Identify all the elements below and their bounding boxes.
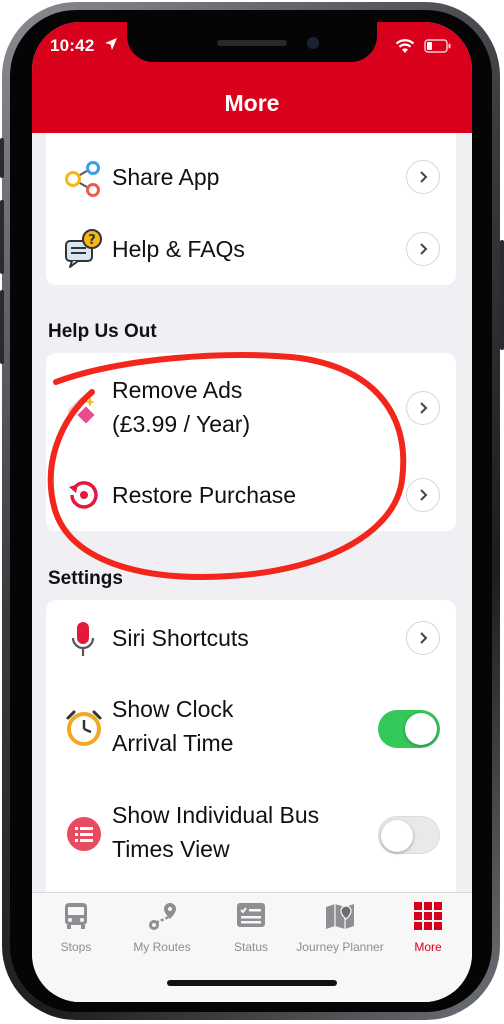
chevron-right-icon[interactable] [406, 160, 440, 194]
help-faqs-label: Help & FAQs [112, 236, 245, 262]
remove-ads-icon [68, 397, 95, 424]
list-icon [67, 817, 101, 851]
siri-shortcuts-row[interactable]: Siri Shortcuts [46, 620, 456, 656]
share-app-label: Share App [112, 164, 220, 190]
tab-journey-planner[interactable]: Journey Planner [296, 901, 384, 954]
tab-more[interactable]: More [384, 901, 472, 954]
grid-icon [414, 902, 442, 930]
tab-label: Stops [60, 940, 92, 954]
tab-label: Status [233, 940, 269, 954]
restore-purchase-row[interactable]: Restore Purchase [46, 477, 456, 513]
show-individual-label-2: Times View [112, 836, 230, 862]
page-title: More [224, 90, 280, 116]
show-clock-label: Show Clock [112, 696, 234, 722]
front-camera [307, 37, 319, 49]
toggle-knob [381, 820, 413, 852]
tab-status[interactable]: Status [207, 901, 295, 954]
notch [127, 22, 377, 62]
mute-switch [0, 138, 4, 178]
show-clock-toggle[interactable] [378, 710, 440, 748]
microphone-icon [71, 622, 95, 656]
settings-heading: Settings [48, 568, 123, 589]
status-time: 10:42 [50, 36, 95, 55]
map-icon [326, 904, 354, 929]
svg-text:?: ? [88, 233, 96, 248]
show-individual-label: Show Individual Bus [112, 802, 320, 828]
help-chat-icon: ? [65, 229, 102, 268]
tab-my-routes[interactable]: My Routes [118, 901, 206, 954]
volume-up-button [0, 200, 4, 274]
settings-card: Siri Shortcuts Show Clock Arrival Time S… [46, 600, 456, 900]
help-us-out-card: Remove Ads (£3.99 / Year) Restore Purcha… [46, 353, 456, 531]
help-us-out-heading: Help Us Out [48, 321, 157, 342]
chevron-right-icon[interactable] [406, 621, 440, 655]
restore-purchase-label: Restore Purchase [112, 482, 297, 508]
siri-shortcuts-label: Siri Shortcuts [112, 625, 249, 651]
nav-header: 10:42 More [32, 22, 472, 133]
show-clock-label-2: Arrival Time [112, 730, 234, 756]
show-individual-row: Show Individual Bus Times View [46, 798, 456, 870]
chevron-right-icon[interactable] [406, 478, 440, 512]
battery-icon [424, 39, 451, 53]
tab-label: My Routes [133, 940, 191, 954]
remove-ads-price: (£3.99 / Year) [112, 411, 251, 437]
screen: 10:42 More Share App ? Help & FAQs Help … [32, 22, 472, 1002]
help-faqs-row[interactable]: ? Help & FAQs [46, 229, 456, 269]
location-arrow-icon [105, 38, 117, 50]
show-clock-row: Show Clock Arrival Time [46, 692, 456, 764]
tab-label: Journey Planner [296, 940, 384, 954]
restore-icon [69, 481, 98, 509]
speaker [217, 40, 287, 46]
tab-stops[interactable]: Stops [32, 901, 120, 954]
tab-label: More [414, 940, 442, 954]
remove-ads-label: Remove Ads [112, 377, 243, 403]
chevron-right-icon[interactable] [406, 232, 440, 266]
show-individual-toggle[interactable] [378, 816, 440, 854]
bus-icon [65, 903, 87, 929]
routes-icon [149, 903, 176, 930]
volume-down-button [0, 290, 4, 364]
general-card: Share App ? Help & FAQs [46, 133, 456, 285]
share-icon [65, 161, 100, 197]
remove-ads-row[interactable]: Remove Ads (£3.99 / Year) [46, 371, 456, 445]
status-icon [237, 903, 265, 927]
clock-icon [66, 710, 102, 746]
toggle-knob [405, 713, 437, 745]
status-indicators [394, 38, 452, 54]
wifi-icon [395, 39, 415, 53]
share-app-row[interactable]: Share App [46, 157, 456, 197]
chevron-right-icon[interactable] [406, 391, 440, 425]
home-indicator [167, 980, 337, 986]
power-button [500, 240, 504, 350]
